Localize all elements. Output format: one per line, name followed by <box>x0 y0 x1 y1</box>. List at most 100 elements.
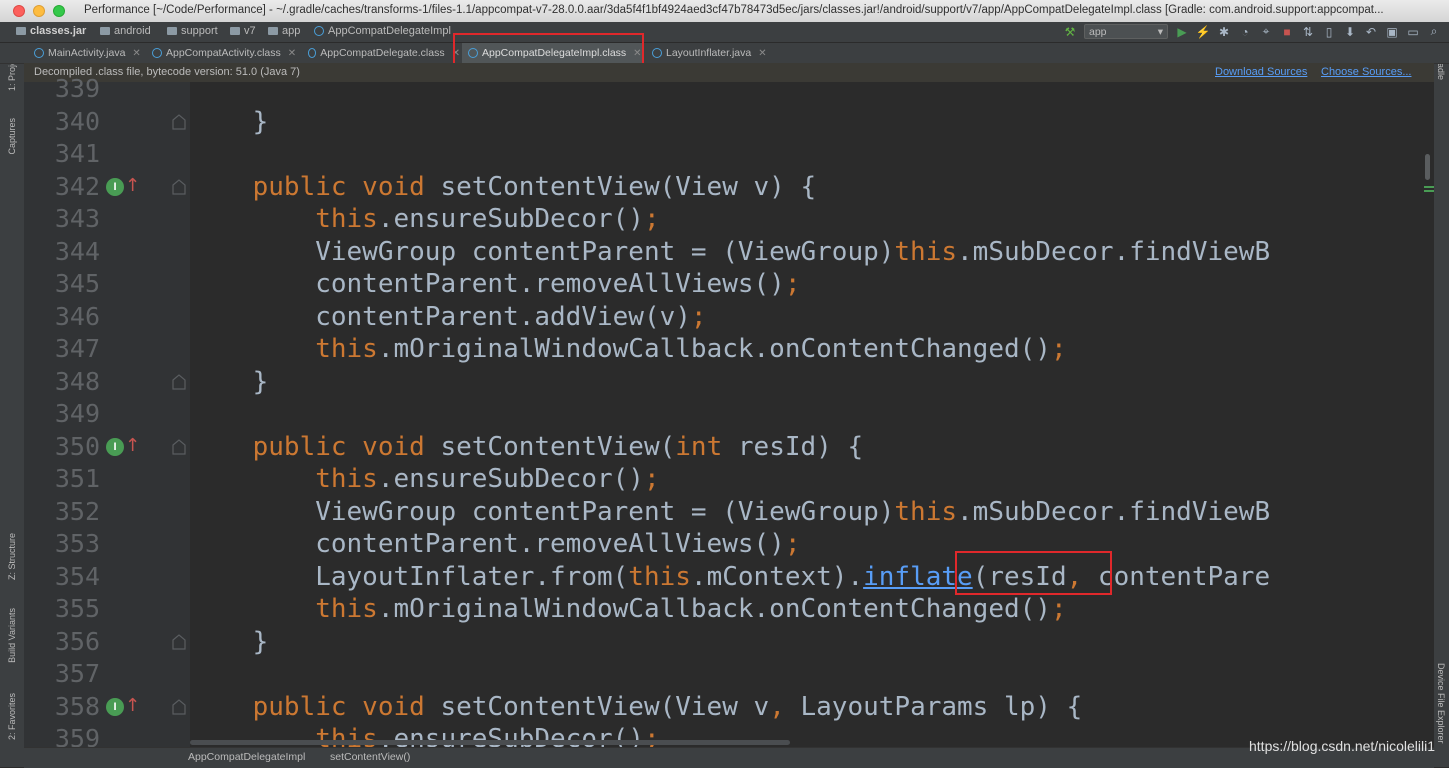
undo-icon[interactable]: ↶ <box>1364 25 1378 39</box>
fold-marker-icon[interactable] <box>172 113 186 130</box>
code-token: setContentView(View v <box>440 691 770 722</box>
horizontal-scrollbar[interactable] <box>190 738 1420 746</box>
code-token: ; <box>1050 594 1067 624</box>
scrollbar-thumb[interactable] <box>1425 154 1430 180</box>
code-token: public void <box>190 171 441 202</box>
code-line: } <box>190 626 269 658</box>
captures-tool-button[interactable]: Captures <box>7 118 17 155</box>
debug-icon[interactable]: ✱ <box>1217 25 1231 39</box>
line-number: 346 <box>54 301 100 331</box>
fold-marker-icon[interactable] <box>172 698 186 715</box>
apply-changes-icon[interactable]: ⚡ <box>1196 25 1211 39</box>
code-token: contentParent.addView(v) <box>190 301 691 332</box>
editor-tab-bar: MainActivity.java ✕ AppCompatActivity.cla… <box>0 43 1449 64</box>
close-tab-icon[interactable]: ✕ <box>288 48 296 59</box>
fold-marker-icon[interactable] <box>172 633 186 650</box>
code-token: } <box>190 366 269 397</box>
code-token: public void <box>190 431 441 462</box>
code-token: .mSubDecor.findViewB <box>957 236 1271 267</box>
close-window-button[interactable] <box>13 5 25 17</box>
maximize-window-button[interactable] <box>53 5 65 17</box>
code-token: ; <box>784 269 801 299</box>
avd-manager-icon[interactable]: ▯ <box>1322 25 1336 39</box>
code-token: this <box>190 594 378 624</box>
tab-appcompatactivity[interactable]: AppCompatActivity.class ✕ <box>146 43 302 63</box>
watermark: https://blog.csdn.net/nicolelili1 <box>1249 738 1435 754</box>
code-token: this <box>894 236 958 267</box>
code-token: LayoutParams lp) { <box>800 691 1083 722</box>
code-line: this.mOriginalWindowCallback.onContentCh… <box>190 593 1067 625</box>
structure-tool-button[interactable]: Z: Structure <box>7 533 17 580</box>
line-number: 351 <box>54 464 100 493</box>
choose-sources-link[interactable]: Choose Sources... <box>1321 66 1412 78</box>
layout-inspector-icon[interactable]: ▣ <box>1385 25 1399 39</box>
hammer-icon[interactable]: ⚒ <box>1063 25 1077 39</box>
code-token: ; <box>784 529 801 559</box>
line-number: 343 <box>54 204 100 233</box>
class-icon <box>652 48 662 58</box>
left-tool-strip: 1: Project Captures Z: Structure Build V… <box>0 43 25 767</box>
line-number: 348 <box>54 366 100 396</box>
code-line: contentParent.addView(v); <box>190 301 706 333</box>
nav-crumb-support[interactable]: support <box>167 25 218 37</box>
download-sources-link[interactable]: Download Sources <box>1215 66 1307 78</box>
scroll-marker <box>1424 186 1434 188</box>
line-number: 350 <box>54 431 100 461</box>
main-toolbar: ⚒ app ▾ ▶ ⚡ ✱ ◔ ⌖ ■ ⇅ ▯ ⬇ ↶ ▣ ▭ ⌕ <box>1063 24 1441 39</box>
implements-method-icon[interactable]: I <box>106 177 124 196</box>
nav-crumb-android[interactable]: android <box>100 25 151 37</box>
navigation-bar: classes.jar android support v7 app AppCo… <box>0 22 1449 43</box>
right-tool-strip: Gradle Device File Explorer <box>1433 43 1449 767</box>
close-tab-icon[interactable]: ✕ <box>132 48 140 59</box>
profile-icon[interactable]: ◔ <box>1238 25 1252 39</box>
up-arrow-icon: ↑ <box>125 174 141 196</box>
code-token: this <box>628 561 691 592</box>
minimize-window-button[interactable] <box>33 5 45 17</box>
code-line: public void setContentView(int resId) { <box>190 431 864 463</box>
line-number: 357 <box>54 659 100 688</box>
line-number: 340 <box>54 106 100 136</box>
device-icon[interactable]: ▭ <box>1406 25 1420 39</box>
run-icon[interactable]: ▶ <box>1175 25 1189 39</box>
class-icon <box>152 48 162 58</box>
implements-method-icon[interactable]: I <box>106 437 124 456</box>
code-token: } <box>190 626 269 657</box>
code-token: ; <box>1050 334 1067 364</box>
favorites-tool-button[interactable]: 2: Favorites <box>7 693 17 740</box>
line-number: 342 <box>54 171 100 201</box>
fold-marker-icon[interactable] <box>172 178 186 195</box>
code-editor[interactable]: } public void setContentView(View v) { t… <box>190 82 1420 747</box>
scrollbar-thumb[interactable] <box>190 740 790 745</box>
sync-icon[interactable]: ⇅ <box>1301 25 1315 39</box>
sdk-manager-icon[interactable]: ⬇ <box>1343 25 1357 39</box>
code-token: ; <box>643 204 660 234</box>
build-variants-tool-button[interactable]: Build Variants <box>7 608 17 663</box>
code-token: resId) { <box>737 431 864 462</box>
highlight-box-inflate <box>955 551 1112 595</box>
package-icon <box>167 27 177 35</box>
search-icon[interactable]: ⌕ <box>1427 24 1441 39</box>
nav-crumb-class[interactable]: AppCompatDelegateImpl <box>314 25 451 37</box>
nav-crumb-app[interactable]: app <box>268 25 300 37</box>
fold-marker-icon[interactable] <box>172 438 186 455</box>
breadcrumb-class[interactable]: AppCompatDelegateImpl <box>188 751 305 763</box>
tab-mainactivity[interactable]: MainActivity.java ✕ <box>28 43 146 63</box>
tab-appcompatdelegate[interactable]: AppCompatDelegate.class ✕ <box>302 43 460 63</box>
breadcrumb-method[interactable]: setContentView() <box>330 751 410 763</box>
window-title: Performance [~/Code/Performance] - ~/.gr… <box>84 4 1384 16</box>
jar-icon <box>16 27 26 35</box>
fold-marker-icon[interactable] <box>172 373 186 390</box>
vertical-scrollbar[interactable] <box>1420 82 1434 747</box>
device-file-explorer-button[interactable]: Device File Explorer <box>1436 663 1446 744</box>
nav-crumb-v7[interactable]: v7 <box>230 25 256 37</box>
stop-icon[interactable]: ■ <box>1280 25 1294 39</box>
attach-debugger-icon[interactable]: ⌖ <box>1259 24 1273 39</box>
code-line: ViewGroup contentParent = (ViewGroup)thi… <box>190 496 1270 528</box>
implements-method-icon[interactable]: I <box>106 697 124 716</box>
run-config-select[interactable]: app ▾ <box>1084 24 1168 39</box>
close-tab-icon[interactable]: ✕ <box>758 48 766 59</box>
tab-layoutinflater[interactable]: LayoutInflater.java ✕ <box>646 43 768 63</box>
class-icon <box>34 48 44 58</box>
line-number: 356 <box>54 626 100 656</box>
nav-crumb-jar[interactable]: classes.jar <box>16 25 86 37</box>
